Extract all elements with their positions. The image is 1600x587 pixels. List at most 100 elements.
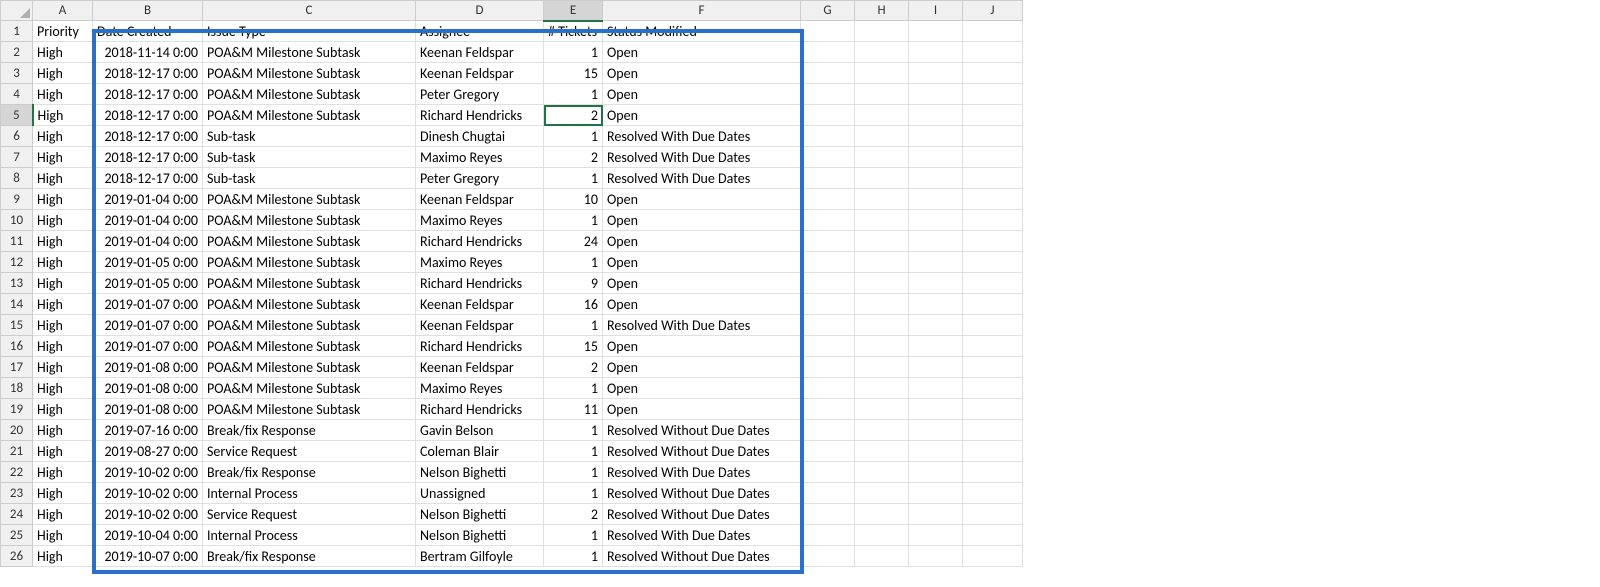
cell-H22[interactable] xyxy=(855,462,909,483)
cell-J23[interactable] xyxy=(963,483,1023,504)
cell-D6[interactable]: Dinesh Chugtai xyxy=(416,126,544,147)
cell-H3[interactable] xyxy=(855,63,909,84)
cell-E23[interactable]: 1 xyxy=(544,483,603,504)
cell-D19[interactable]: Richard Hendricks xyxy=(416,399,544,420)
cell-G2[interactable] xyxy=(801,42,855,63)
cell-C14[interactable]: POA&M Milestone Subtask xyxy=(203,294,416,315)
cell-B26[interactable]: 2019-10-07 0:00 xyxy=(93,546,203,567)
cell-E1[interactable]: # Tickets xyxy=(544,21,603,42)
column-header-A[interactable]: A xyxy=(33,1,93,21)
row-header-6[interactable]: 6 xyxy=(1,126,33,147)
cell-F13[interactable]: Open xyxy=(603,273,801,294)
cell-E22[interactable]: 1 xyxy=(544,462,603,483)
cell-H14[interactable] xyxy=(855,294,909,315)
cell-E4[interactable]: 1 xyxy=(544,84,603,105)
cell-J14[interactable] xyxy=(963,294,1023,315)
cell-G12[interactable] xyxy=(801,252,855,273)
cell-E9[interactable]: 10 xyxy=(544,189,603,210)
row-header-23[interactable]: 23 xyxy=(1,483,33,504)
cell-I21[interactable] xyxy=(909,441,963,462)
cell-J1[interactable] xyxy=(963,21,1023,42)
cell-A18[interactable]: High xyxy=(33,378,93,399)
cell-A21[interactable]: High xyxy=(33,441,93,462)
cell-G24[interactable] xyxy=(801,504,855,525)
cell-B3[interactable]: 2018-12-17 0:00 xyxy=(93,63,203,84)
cell-C9[interactable]: POA&M Milestone Subtask xyxy=(203,189,416,210)
cell-B9[interactable]: 2019-01-04 0:00 xyxy=(93,189,203,210)
row-header-3[interactable]: 3 xyxy=(1,63,33,84)
row-header-4[interactable]: 4 xyxy=(1,84,33,105)
cell-J25[interactable] xyxy=(963,525,1023,546)
cell-G7[interactable] xyxy=(801,147,855,168)
cell-D2[interactable]: Keenan Feldspar xyxy=(416,42,544,63)
cell-C13[interactable]: POA&M Milestone Subtask xyxy=(203,273,416,294)
cell-H8[interactable] xyxy=(855,168,909,189)
cell-D10[interactable]: Maximo Reyes xyxy=(416,210,544,231)
cell-I2[interactable] xyxy=(909,42,963,63)
cell-C26[interactable]: Break/fix Response xyxy=(203,546,416,567)
cell-D26[interactable]: Bertram Gilfoyle xyxy=(416,546,544,567)
cell-D17[interactable]: Keenan Feldspar xyxy=(416,357,544,378)
cell-C8[interactable]: Sub-task xyxy=(203,168,416,189)
cell-B1[interactable]: Date Created xyxy=(93,21,203,42)
cell-B19[interactable]: 2019-01-08 0:00 xyxy=(93,399,203,420)
cell-B7[interactable]: 2018-12-17 0:00 xyxy=(93,147,203,168)
cell-E26[interactable]: 1 xyxy=(544,546,603,567)
cell-H16[interactable] xyxy=(855,336,909,357)
cell-F9[interactable]: Open xyxy=(603,189,801,210)
cell-I18[interactable] xyxy=(909,378,963,399)
cell-A7[interactable]: High xyxy=(33,147,93,168)
cell-B21[interactable]: 2019-08-27 0:00 xyxy=(93,441,203,462)
cell-J2[interactable] xyxy=(963,42,1023,63)
cell-B14[interactable]: 2019-01-07 0:00 xyxy=(93,294,203,315)
cell-A17[interactable]: High xyxy=(33,357,93,378)
cell-I8[interactable] xyxy=(909,168,963,189)
cell-B23[interactable]: 2019-10-02 0:00 xyxy=(93,483,203,504)
cell-B8[interactable]: 2018-12-17 0:00 xyxy=(93,168,203,189)
cell-E8[interactable]: 1 xyxy=(544,168,603,189)
cell-G17[interactable] xyxy=(801,357,855,378)
cell-A26[interactable]: High xyxy=(33,546,93,567)
cell-D3[interactable]: Keenan Feldspar xyxy=(416,63,544,84)
column-header-C[interactable]: C xyxy=(203,1,416,21)
cell-J8[interactable] xyxy=(963,168,1023,189)
cell-J5[interactable] xyxy=(963,105,1023,126)
cell-I17[interactable] xyxy=(909,357,963,378)
cell-A10[interactable]: High xyxy=(33,210,93,231)
cell-H11[interactable] xyxy=(855,231,909,252)
cell-D21[interactable]: Coleman Blair xyxy=(416,441,544,462)
cell-A4[interactable]: High xyxy=(33,84,93,105)
cell-F19[interactable]: Open xyxy=(603,399,801,420)
row-header-8[interactable]: 8 xyxy=(1,168,33,189)
cell-A3[interactable]: High xyxy=(33,63,93,84)
cell-E14[interactable]: 16 xyxy=(544,294,603,315)
cell-I10[interactable] xyxy=(909,210,963,231)
cell-E10[interactable]: 1 xyxy=(544,210,603,231)
cell-G25[interactable] xyxy=(801,525,855,546)
select-all-corner[interactable] xyxy=(1,1,33,21)
cell-G1[interactable] xyxy=(801,21,855,42)
cell-C10[interactable]: POA&M Milestone Subtask xyxy=(203,210,416,231)
cell-I23[interactable] xyxy=(909,483,963,504)
row-header-11[interactable]: 11 xyxy=(1,231,33,252)
cell-D11[interactable]: Richard Hendricks xyxy=(416,231,544,252)
cell-A24[interactable]: High xyxy=(33,504,93,525)
cell-B16[interactable]: 2019-01-07 0:00 xyxy=(93,336,203,357)
cell-E3[interactable]: 15 xyxy=(544,63,603,84)
cell-G11[interactable] xyxy=(801,231,855,252)
cell-H21[interactable] xyxy=(855,441,909,462)
cell-I11[interactable] xyxy=(909,231,963,252)
cell-C19[interactable]: POA&M Milestone Subtask xyxy=(203,399,416,420)
spreadsheet-viewport[interactable]: ABCDEFGHIJ1PriorityDate CreatedIssue Typ… xyxy=(0,0,1600,587)
cell-I5[interactable] xyxy=(909,105,963,126)
cell-E6[interactable]: 1 xyxy=(544,126,603,147)
cell-C15[interactable]: POA&M Milestone Subtask xyxy=(203,315,416,336)
row-header-12[interactable]: 12 xyxy=(1,252,33,273)
cell-B2[interactable]: 2018-11-14 0:00 xyxy=(93,42,203,63)
cell-D9[interactable]: Keenan Feldspar xyxy=(416,189,544,210)
cell-D12[interactable]: Maximo Reyes xyxy=(416,252,544,273)
cell-C4[interactable]: POA&M Milestone Subtask xyxy=(203,84,416,105)
cell-G9[interactable] xyxy=(801,189,855,210)
row-header-2[interactable]: 2 xyxy=(1,42,33,63)
cell-E12[interactable]: 1 xyxy=(544,252,603,273)
